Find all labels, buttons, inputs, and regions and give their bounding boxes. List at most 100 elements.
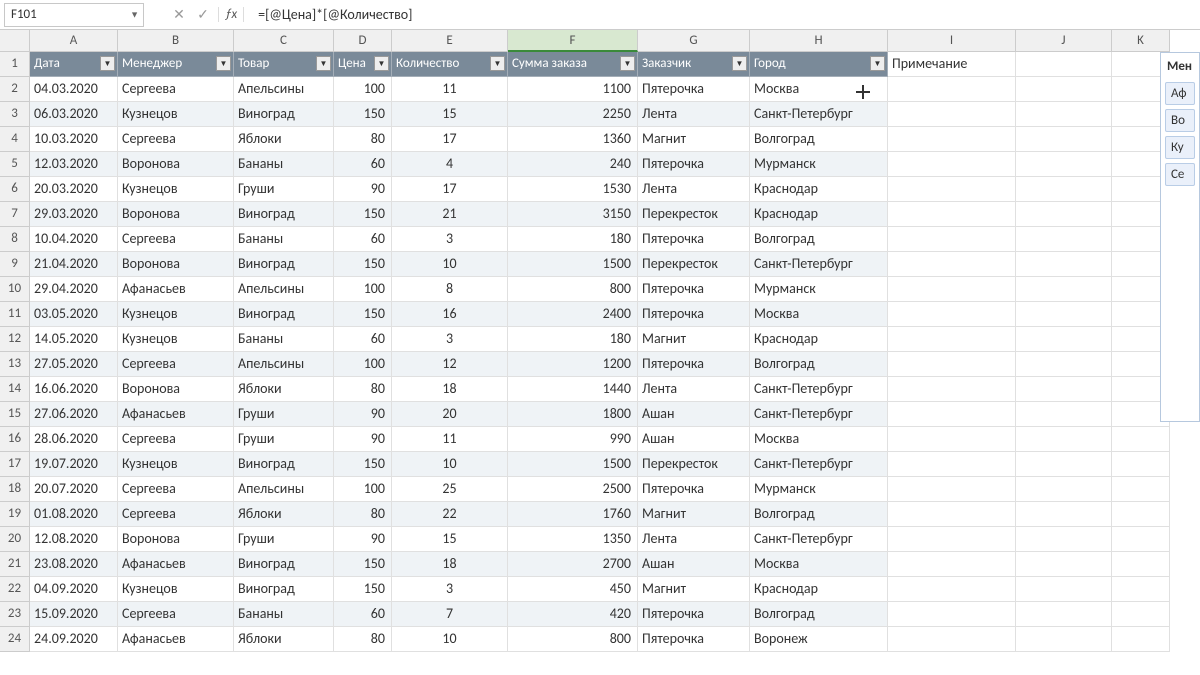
table-header-B[interactable]: Менеджер▼ — [118, 52, 234, 77]
row-header-5[interactable]: 5 — [0, 152, 30, 177]
row-header-2[interactable]: 2 — [0, 77, 30, 102]
cell-A16[interactable]: 28.06.2020 — [30, 427, 118, 452]
cell-D2[interactable]: 100 — [334, 77, 392, 102]
cell-F2[interactable]: 1100 — [508, 77, 638, 102]
row-header-13[interactable]: 13 — [0, 352, 30, 377]
cell-D3[interactable]: 150 — [334, 102, 392, 127]
cell-E7[interactable]: 21 — [392, 202, 508, 227]
cell-E5[interactable]: 4 — [392, 152, 508, 177]
cell-F3[interactable]: 2250 — [508, 102, 638, 127]
empty-header-J[interactable] — [1016, 52, 1112, 77]
cell-E22[interactable]: 3 — [392, 577, 508, 602]
cell-G14[interactable]: Лента — [638, 377, 750, 402]
cell-J20[interactable] — [1016, 527, 1112, 552]
row-header-12[interactable]: 12 — [0, 327, 30, 352]
cell-I3[interactable] — [888, 102, 1016, 127]
row-header-20[interactable]: 20 — [0, 527, 30, 552]
cell-F10[interactable]: 800 — [508, 277, 638, 302]
cell-J7[interactable] — [1016, 202, 1112, 227]
cell-F12[interactable]: 180 — [508, 327, 638, 352]
cell-F15[interactable]: 1800 — [508, 402, 638, 427]
cell-G6[interactable]: Лента — [638, 177, 750, 202]
table-header-C[interactable]: Товар▼ — [234, 52, 334, 77]
cell-G21[interactable]: Ашан — [638, 552, 750, 577]
cell-E13[interactable]: 12 — [392, 352, 508, 377]
cell-H19[interactable]: Волгоград — [750, 502, 888, 527]
cell-J17[interactable] — [1016, 452, 1112, 477]
cell-J6[interactable] — [1016, 177, 1112, 202]
row-header-18[interactable]: 18 — [0, 477, 30, 502]
cell-J9[interactable] — [1016, 252, 1112, 277]
cell-B21[interactable]: Афанасьев — [118, 552, 234, 577]
cell-C23[interactable]: Бананы — [234, 602, 334, 627]
cell-C14[interactable]: Яблоки — [234, 377, 334, 402]
cell-A11[interactable]: 03.05.2020 — [30, 302, 118, 327]
row-header-9[interactable]: 9 — [0, 252, 30, 277]
cell-I19[interactable] — [888, 502, 1016, 527]
cell-J2[interactable] — [1016, 77, 1112, 102]
cell-A10[interactable]: 29.04.2020 — [30, 277, 118, 302]
cell-G13[interactable]: Пятерочка — [638, 352, 750, 377]
cell-C13[interactable]: Апельсины — [234, 352, 334, 377]
cell-A23[interactable]: 15.09.2020 — [30, 602, 118, 627]
cell-A9[interactable]: 21.04.2020 — [30, 252, 118, 277]
row-header-21[interactable]: 21 — [0, 552, 30, 577]
col-header-G[interactable]: G — [638, 30, 750, 52]
col-header-A[interactable]: A — [30, 30, 118, 52]
cell-H11[interactable]: Москва — [750, 302, 888, 327]
row-header-19[interactable]: 19 — [0, 502, 30, 527]
row-header-1[interactable]: 1 — [0, 52, 30, 77]
cell-B24[interactable]: Афанасьев — [118, 627, 234, 652]
cell-H14[interactable]: Санкт-Петербург — [750, 377, 888, 402]
cell-H21[interactable]: Москва — [750, 552, 888, 577]
cell-C19[interactable]: Яблоки — [234, 502, 334, 527]
cell-H23[interactable]: Волгоград — [750, 602, 888, 627]
cell-H6[interactable]: Краснодар — [750, 177, 888, 202]
cell-H13[interactable]: Волгоград — [750, 352, 888, 377]
cell-F14[interactable]: 1440 — [508, 377, 638, 402]
cell-E17[interactable]: 10 — [392, 452, 508, 477]
cell-B9[interactable]: Воронова — [118, 252, 234, 277]
cell-G19[interactable]: Магнит — [638, 502, 750, 527]
cell-H12[interactable]: Краснодар — [750, 327, 888, 352]
cell-I11[interactable] — [888, 302, 1016, 327]
cell-E23[interactable]: 7 — [392, 602, 508, 627]
cell-J8[interactable] — [1016, 227, 1112, 252]
cell-E15[interactable]: 20 — [392, 402, 508, 427]
cell-D8[interactable]: 60 — [334, 227, 392, 252]
cell-I13[interactable] — [888, 352, 1016, 377]
cell-F20[interactable]: 1350 — [508, 527, 638, 552]
cell-A3[interactable]: 06.03.2020 — [30, 102, 118, 127]
cell-E16[interactable]: 11 — [392, 427, 508, 452]
cell-E14[interactable]: 18 — [392, 377, 508, 402]
cell-J18[interactable] — [1016, 477, 1112, 502]
cell-G5[interactable]: Пятерочка — [638, 152, 750, 177]
cell-F6[interactable]: 1530 — [508, 177, 638, 202]
cell-H18[interactable]: Мурманск — [750, 477, 888, 502]
cell-D21[interactable]: 150 — [334, 552, 392, 577]
row-header-4[interactable]: 4 — [0, 127, 30, 152]
cell-F8[interactable]: 180 — [508, 227, 638, 252]
cell-E19[interactable]: 22 — [392, 502, 508, 527]
row-header-3[interactable]: 3 — [0, 102, 30, 127]
cell-A22[interactable]: 04.09.2020 — [30, 577, 118, 602]
filter-dropdown-icon[interactable]: ▼ — [490, 56, 505, 71]
cell-E10[interactable]: 8 — [392, 277, 508, 302]
cell-J16[interactable] — [1016, 427, 1112, 452]
cell-C8[interactable]: Бананы — [234, 227, 334, 252]
cell-G16[interactable]: Ашан — [638, 427, 750, 452]
cell-F21[interactable]: 2700 — [508, 552, 638, 577]
cell-B15[interactable]: Афанасьев — [118, 402, 234, 427]
cell-A20[interactable]: 12.08.2020 — [30, 527, 118, 552]
cell-D20[interactable]: 90 — [334, 527, 392, 552]
cell-H7[interactable]: Краснодар — [750, 202, 888, 227]
cell-H2[interactable]: Москва — [750, 77, 888, 102]
cell-H5[interactable]: Мурманск — [750, 152, 888, 177]
cell-A7[interactable]: 29.03.2020 — [30, 202, 118, 227]
cell-A12[interactable]: 14.05.2020 — [30, 327, 118, 352]
cell-A13[interactable]: 27.05.2020 — [30, 352, 118, 377]
cell-B17[interactable]: Кузнецов — [118, 452, 234, 477]
col-header-E[interactable]: E — [392, 30, 508, 52]
cell-A2[interactable]: 04.03.2020 — [30, 77, 118, 102]
cell-H22[interactable]: Краснодар — [750, 577, 888, 602]
